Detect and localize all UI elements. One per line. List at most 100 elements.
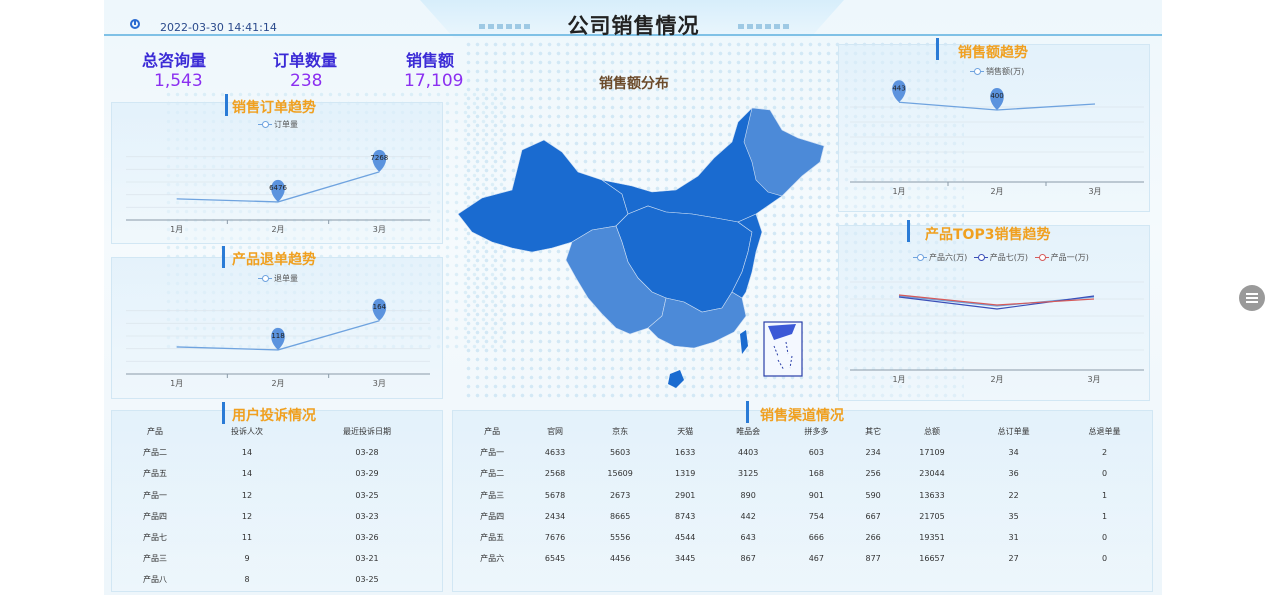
table-cell: 产品三	[480, 490, 505, 500]
table-cell: 5603	[609, 448, 631, 458]
channels-title-bar	[746, 401, 749, 423]
kpi-orders-value: 238	[290, 71, 323, 91]
table-row[interactable]: 产品二 14 03-28	[115, 442, 435, 463]
table-cell: 867	[740, 554, 756, 564]
table-row[interactable]: 产品二 2568 15609 1319 3125 168 256 23044 36 0	[458, 463, 1150, 484]
table-cell: 22	[1008, 490, 1019, 500]
table-cell: 2673	[609, 490, 631, 500]
table-cell: 0	[1101, 554, 1108, 564]
order-trend-legend-label: 订单量	[274, 120, 298, 129]
sales-trend-legend[interactable]: 销售额(万)	[970, 66, 1024, 77]
order-trend-title: 销售订单趋势	[232, 100, 316, 116]
table-cell: 19351	[919, 533, 945, 543]
table-cell: 467	[808, 554, 824, 564]
map-region-taiwan[interactable]	[740, 330, 748, 354]
order-trend-title-bar	[225, 94, 228, 116]
refund-trend-legend[interactable]: 退单量	[258, 273, 298, 284]
menu-lines-icon	[1246, 293, 1258, 295]
table-cell: 产品四	[480, 511, 505, 521]
x-tick-label: 3月	[1088, 187, 1101, 196]
top3-trend-chart: 1月 2月 3月	[850, 281, 1144, 384]
table-cell: 16657	[919, 554, 945, 564]
table-cell: 2434	[544, 511, 566, 521]
legend-line-marker-icon	[973, 253, 988, 261]
data-label: 7268	[370, 154, 388, 162]
side-menu-button[interactable]	[1239, 285, 1265, 311]
table-cell: 03-23	[355, 511, 379, 521]
table-cell: 4633	[544, 448, 566, 458]
table-cell: 产品三	[143, 554, 167, 564]
table-cell: 7676	[544, 533, 566, 543]
x-tick-label: 2月	[990, 187, 1003, 196]
table-cell: 17109	[919, 448, 945, 458]
top3-x-tick-2: 2月	[990, 375, 1003, 384]
table-cell: 442	[740, 511, 756, 521]
table-cell: 23044	[919, 469, 945, 479]
legend-line-marker-icon	[258, 120, 272, 128]
table-cell: 03-25	[355, 490, 379, 500]
table-cell: 34	[1008, 448, 1019, 458]
table-cell: 5556	[609, 533, 631, 543]
table-cell: 产品六	[480, 554, 505, 564]
table-row[interactable]: 产品四 12 03-23	[115, 506, 435, 527]
table-cell: 877	[865, 554, 881, 564]
table-cell: 14	[241, 448, 253, 458]
data-label: 6476	[269, 184, 287, 192]
map-title: 销售额分布	[599, 76, 669, 92]
map-region-hainan[interactable]	[668, 370, 684, 388]
channels-col-header: 总额	[924, 427, 940, 437]
x-tick-label: 3月	[373, 225, 386, 234]
table-cell: 168	[808, 469, 824, 479]
kpi-consult-label: 总咨询量	[142, 51, 207, 70]
table-cell: 产品一	[480, 448, 505, 458]
table-cell: 12	[241, 511, 253, 521]
table-cell: 0	[1101, 533, 1108, 543]
table-row[interactable]: 产品三 5678 2673 2901 890 901 590 13633 22 1	[458, 485, 1150, 506]
x-tick-label: 1月	[170, 225, 183, 234]
table-row[interactable]: 产品六 6545 4456 3445 867 467 877 16657 27 0	[458, 548, 1150, 569]
channels-col-header: 唯品会	[736, 427, 761, 437]
table-row[interactable]: 产品五 7676 5556 4544 643 666 266 19351 31 0	[458, 527, 1150, 548]
channels-col-header: 其它	[865, 427, 882, 437]
table-row[interactable]: 产品七 11 03-26	[115, 527, 435, 548]
table-cell: 产品五	[143, 469, 167, 479]
sales-trend-chart: 1月 2月 3月 443 400	[850, 80, 1144, 196]
table-cell: 0	[1101, 469, 1108, 479]
clock-icon	[130, 19, 140, 29]
complaints-header-row: 产品 投诉人次 最近投诉日期	[115, 421, 435, 442]
sales-trend-title-bar	[936, 38, 939, 60]
table-cell: 234	[865, 448, 881, 458]
top3-trend-title: 产品TOP3销售趋势	[925, 227, 1051, 243]
table-cell: 产品五	[480, 533, 505, 543]
table-cell: 03-25	[355, 575, 379, 585]
table-row[interactable]: 产品一 4633 5603 1633 4403 603 234 17109 34 2	[458, 442, 1150, 463]
channels-col-header: 总订单量	[997, 427, 1030, 437]
top3-grid	[850, 281, 1144, 351]
sales-trend-legend-label: 销售额(万)	[986, 67, 1025, 76]
table-row[interactable]: 产品四 2434 8665 8743 442 754 667 21705 35 1	[458, 506, 1150, 527]
x-tick-label: 3月	[373, 379, 386, 388]
data-label: 164	[373, 303, 387, 311]
top3-legend-label-3: 产品一(万)	[1050, 253, 1089, 262]
refund-trend-title-bar	[222, 246, 225, 268]
table-row[interactable]: 产品八 8 03-25	[115, 569, 435, 590]
table-row[interactable]: 产品一 12 03-25	[115, 485, 435, 506]
table-cell: 4544	[675, 533, 696, 543]
kpi-sales-value: 17,109	[404, 71, 464, 91]
table-row[interactable]: 产品三 9 03-21	[115, 548, 435, 569]
china-sales-map[interactable]	[452, 102, 832, 394]
table-cell: 15609	[607, 469, 633, 479]
legend-line-marker-icon	[258, 274, 272, 282]
complaints-col-header: 产品	[147, 427, 163, 437]
table-cell: 03-21	[355, 554, 379, 564]
top3-legend-label-2: 产品七(万)	[989, 253, 1029, 262]
table-row[interactable]: 产品五 14 03-29	[115, 463, 435, 484]
table-cell: 11	[241, 533, 253, 543]
table-cell: 8	[244, 575, 250, 585]
order-trend-legend[interactable]: 订单量	[258, 119, 298, 130]
table-cell: 754	[808, 511, 824, 521]
table-cell: 27	[1008, 554, 1019, 564]
top3-trend-title-bar	[907, 220, 910, 242]
table-cell: 1319	[675, 469, 696, 479]
table-cell: 产品一	[143, 490, 167, 500]
